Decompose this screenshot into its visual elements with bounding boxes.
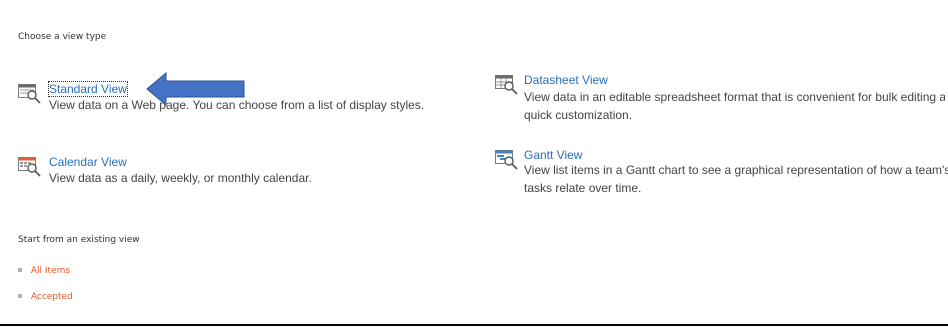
- standard-view-link[interactable]: Standard View: [48, 81, 128, 97]
- calendar-view-icon: [18, 157, 42, 177]
- gantt-view-icon: [495, 150, 519, 170]
- left-pointing-arrow-icon: [146, 71, 246, 107]
- bullet-icon: [18, 267, 22, 272]
- calendar-view-description: View data as a daily, weekly, or monthly…: [49, 171, 312, 185]
- standard-view-icon: [18, 84, 42, 104]
- list-item: All Items: [18, 265, 73, 291]
- datasheet-view-description-line1: View data in an editable spreadsheet for…: [524, 90, 945, 104]
- datasheet-view-link[interactable]: Datasheet View: [524, 73, 608, 87]
- datasheet-view-description-line2: quick customization.: [524, 108, 633, 122]
- calendar-view-option[interactable]: Calendar View View data as a daily, week…: [18, 155, 448, 191]
- existing-views-list: All Items Accepted: [18, 265, 73, 317]
- gantt-view-description-line1: View list items in a Gantt chart to see …: [524, 163, 948, 177]
- list-item: Accepted: [18, 291, 73, 317]
- view-type-heading: Choose a view type: [18, 32, 107, 42]
- bullet-icon: [18, 293, 22, 298]
- gantt-view-option[interactable]: Gantt View View list items in a Gantt ch…: [495, 148, 948, 202]
- existing-view-link-accepted[interactable]: Accepted: [31, 292, 73, 302]
- gantt-view-link[interactable]: Gantt View: [524, 148, 582, 162]
- calendar-view-link[interactable]: Calendar View: [49, 155, 127, 169]
- standard-view-description: View data on a Web page. You can choose …: [49, 98, 425, 112]
- datasheet-view-option[interactable]: Datasheet View View data in an editable …: [495, 73, 945, 127]
- existing-view-link-all-items[interactable]: All Items: [31, 266, 70, 276]
- bottom-divider: [0, 324, 948, 326]
- existing-view-heading: Start from an existing view: [18, 235, 140, 245]
- gantt-view-description-line2: tasks relate over time.: [524, 181, 642, 195]
- datasheet-view-icon: [495, 75, 519, 95]
